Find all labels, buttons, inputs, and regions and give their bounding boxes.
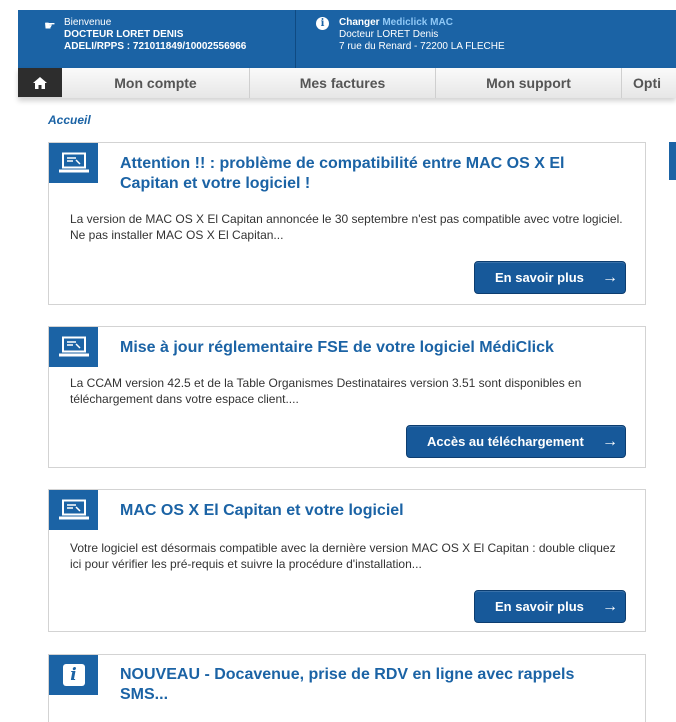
card-title[interactable]: MAC OS X El Capitan et votre logiciel <box>120 501 600 521</box>
change-practitioner-block[interactable]: i Changer Mediclick MAC Docteur LORET De… <box>296 10 676 68</box>
laptop-icon <box>58 499 89 520</box>
card-icon-box <box>49 490 98 530</box>
arrow-right-icon: → <box>602 268 618 286</box>
download-access-button[interactable]: Accès au téléchargement → <box>406 425 626 458</box>
arrow-right-icon: → <box>602 597 618 615</box>
laptop-icon <box>58 152 89 173</box>
doctor-name: Docteur LORET Denis <box>339 29 439 40</box>
news-card: Mise à jour réglementaire FSE de votre l… <box>48 326 646 468</box>
news-card: Attention !! : problème de compatibilité… <box>48 142 646 305</box>
learn-more-button[interactable]: En savoir plus → <box>474 261 626 294</box>
home-icon <box>33 76 47 89</box>
tab-options[interactable]: Opti <box>622 68 676 98</box>
tab-mon-support[interactable]: Mon support <box>436 68 622 98</box>
welcome-block: ☛ Bienvenue DOCTEUR LORET DENIS ADELI/RP… <box>18 10 296 68</box>
breadcrumb[interactable]: Accueil <box>48 113 91 127</box>
news-card: MAC OS X El Capitan et votre logiciel Vo… <box>48 489 646 632</box>
card-title[interactable]: Mise à jour réglementaire FSE de votre l… <box>120 338 600 358</box>
user-name: DOCTEUR LORET DENIS <box>64 29 184 40</box>
learn-more-button[interactable]: En savoir plus → <box>474 590 626 623</box>
card-description: La version de MAC OS X El Capitan annonc… <box>70 212 623 242</box>
laptop-icon <box>58 336 89 357</box>
pointing-hand-icon: ☛ <box>44 18 56 33</box>
welcome-label: Bienvenue <box>64 17 112 28</box>
arrow-right-icon: → <box>602 432 618 450</box>
button-label: Accès au téléchargement <box>427 434 584 449</box>
info-icon: i <box>62 664 85 686</box>
card-icon-box <box>49 143 98 183</box>
home-button[interactable] <box>18 68 62 97</box>
card-icon-box: i <box>49 655 98 695</box>
main-navigation: Mon compte Mes factures Mon support Opti <box>18 68 676 98</box>
adeli-rpps-ids: ADELI/RPPS : 721011849/10002556966 <box>64 41 247 52</box>
tab-mon-compte[interactable]: Mon compte <box>62 68 250 98</box>
card-icon-box <box>49 327 98 367</box>
card-description: La CCAM version 42.5 et de la Table Orga… <box>70 376 582 406</box>
doctor-address: 7 rue du Renard - 72200 LA FLECHE <box>339 41 505 52</box>
top-header-bar: ☛ Bienvenue DOCTEUR LORET DENIS ADELI/RP… <box>18 10 676 68</box>
info-icon: i <box>316 17 329 30</box>
change-app-link[interactable]: Mediclick MAC <box>382 17 453 28</box>
button-label: En savoir plus <box>495 599 584 614</box>
button-label: En savoir plus <box>495 270 584 285</box>
news-card: i NOUVEAU - Docavenue, prise de RDV en l… <box>48 654 646 722</box>
card-title[interactable]: Attention !! : problème de compatibilité… <box>120 154 600 194</box>
card-title[interactable]: NOUVEAU - Docavenue, prise de RDV en lig… <box>120 665 600 705</box>
change-label: Changer <box>339 17 383 28</box>
card-description: Votre logiciel est désormais compatible … <box>70 541 616 571</box>
sidebar-edge <box>669 142 676 180</box>
tab-mes-factures[interactable]: Mes factures <box>250 68 436 98</box>
